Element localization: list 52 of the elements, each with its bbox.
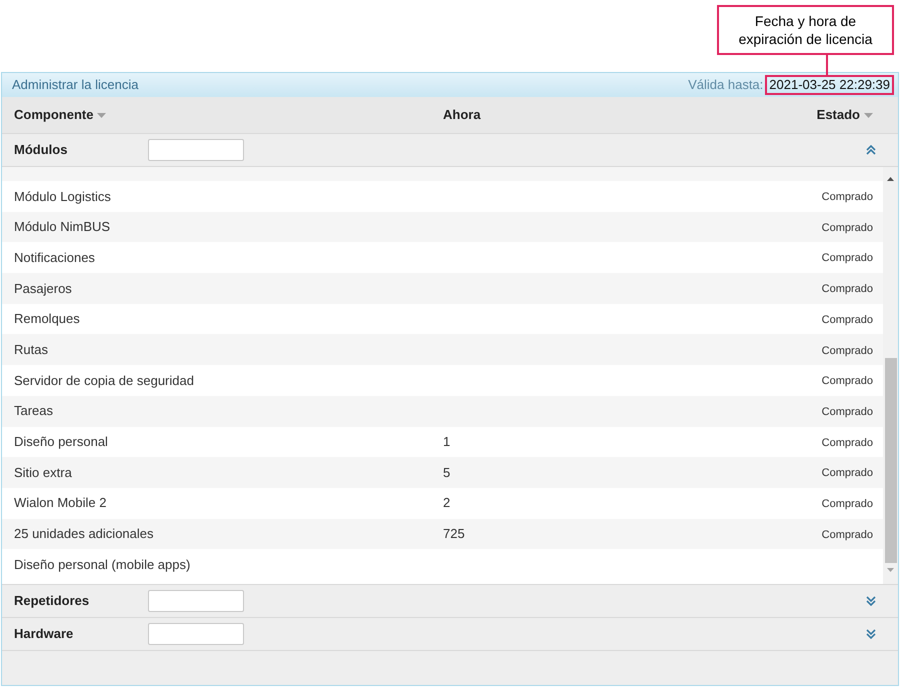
expand-icon[interactable] <box>866 629 876 639</box>
group-name: Módulos <box>14 141 68 160</box>
now-cell-text: 2 <box>443 494 452 512</box>
group-filter-field[interactable] <box>148 623 244 645</box>
component-cell-text: Notificaciones <box>14 248 96 267</box>
status-cell-text: Comprado <box>822 496 874 512</box>
column-header[interactable]: Componente <box>14 105 106 125</box>
now-cell-text: 1 <box>443 433 452 452</box>
component-cell-text: Servidor de copia de seguridad <box>14 372 195 390</box>
status-cell-text: Comprado <box>822 282 874 298</box>
component-cell-text: Rutas <box>14 341 49 360</box>
component-cell-text: Módulo NimBUS <box>14 218 112 236</box>
status-cell-text: Comprado <box>822 190 874 206</box>
component-cell-text: Wialon Mobile 2 <box>14 494 108 512</box>
status-cell-text: Comprado <box>822 251 874 266</box>
component-cell-text: 25 unidades adicionales <box>14 525 154 544</box>
group-name: Hardware <box>14 625 74 644</box>
status-cell-text: Comprado <box>822 466 874 482</box>
group-name: Repetidores <box>14 592 90 610</box>
status-cell-text: Comprado <box>822 528 874 543</box>
panel-title: Administrar la licencia <box>12 76 138 94</box>
callout-box: Fecha y hora de expiración de licencia <box>717 5 894 55</box>
component-cell-text: Sitio extra <box>14 464 73 482</box>
expiration-date: 2021-03-25 22:29:39 <box>765 75 894 95</box>
column-header[interactable]: Estado <box>816 105 873 125</box>
component-cell-text: Módulo Logistics <box>14 188 112 206</box>
status-cell-text: Comprado <box>822 312 874 328</box>
sort-caret-icon <box>864 112 873 118</box>
component-cell-text: Remolques <box>14 310 81 328</box>
valid-until-label: Válida hasta: <box>688 76 764 94</box>
scroll-down-icon[interactable] <box>887 568 894 572</box>
component-cell-text: Diseño personal (mobile apps) <box>14 556 192 574</box>
group-filter-field[interactable] <box>148 590 244 612</box>
leader-line <box>826 55 828 75</box>
status-cell-text: Comprado <box>822 374 874 390</box>
collapse-icon[interactable] <box>866 145 876 155</box>
now-cell-text: 725 <box>443 525 466 544</box>
status-cell-text: Comprado <box>822 344 874 359</box>
scrollbar[interactable] <box>883 167 898 584</box>
sort-caret-icon <box>97 112 106 118</box>
component-cell-text: Tareas <box>14 402 54 420</box>
status-cell-text: Comprado <box>822 436 874 451</box>
scrollbar-thumb[interactable] <box>884 358 896 563</box>
now-cell-text: 5 <box>443 464 452 482</box>
component-cell-text: Pasajeros <box>14 280 73 298</box>
group-filter-field[interactable] <box>148 139 244 161</box>
status-cell-text: Comprado <box>822 404 874 420</box>
column-header[interactable]: Ahora <box>443 105 481 125</box>
component-cell-text: Diseño personal <box>14 433 109 452</box>
expand-icon[interactable] <box>866 596 876 606</box>
status-cell-text: Comprado <box>822 220 874 236</box>
scroll-up-icon[interactable] <box>887 177 894 181</box>
